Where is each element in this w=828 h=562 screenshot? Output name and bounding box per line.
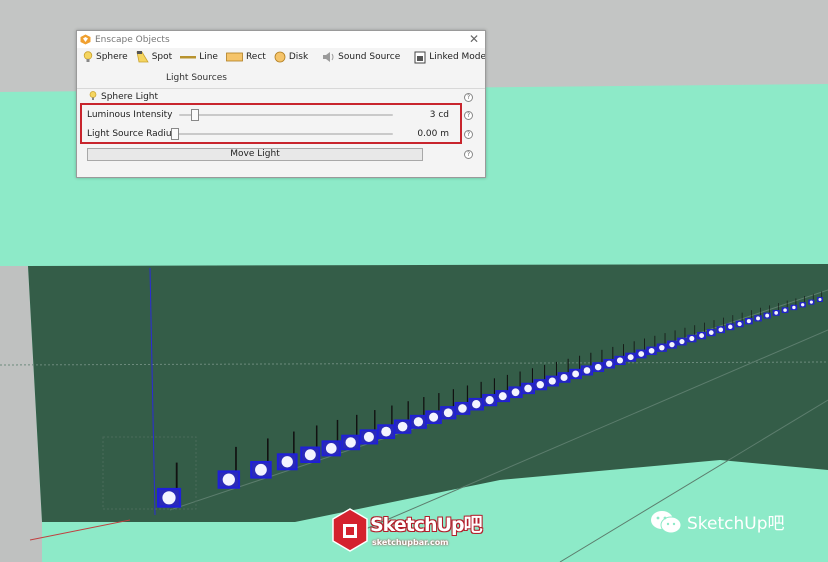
sphere-light-icon [89, 91, 97, 100]
rect-button[interactable]: Rect [226, 51, 266, 63]
sketchupbar-watermark: SketchUp吧 sketchupbar.com [332, 508, 496, 554]
wechat-icon [651, 510, 682, 533]
divider [77, 88, 485, 89]
toolbar-item-label: Linked Model [429, 52, 485, 62]
watermark-url: sketchupbar.com [372, 538, 449, 547]
dialog-titlebar[interactable]: Enscape Objects ✕ [77, 31, 485, 48]
move-light-button[interactable]: Move Light [87, 148, 423, 161]
selected-light-type: Sphere Light [101, 92, 159, 102]
light-source-toolbar: Sphere Spot Line Rect Disk Sound Source … [77, 48, 485, 66]
help-icon[interactable]: ? [464, 150, 473, 159]
disk-button[interactable]: Disk [274, 51, 308, 63]
line-light-icon [180, 56, 197, 59]
linked-model-button[interactable]: Linked Model [414, 51, 485, 64]
sphere-light-icon [83, 51, 93, 62]
sound-source-button[interactable]: Sound Source [322, 51, 400, 63]
sketchupbar-logo-icon [332, 508, 368, 552]
help-icon[interactable]: ? [464, 93, 473, 102]
toolbar-item-label: Rect [245, 52, 266, 62]
toolbar-item-label: Disk [288, 52, 309, 62]
red-highlight-box [80, 103, 462, 144]
toolbar-item-label: Line [199, 52, 218, 62]
disk-light-icon [274, 51, 286, 63]
toolbar-item-label: Sound Source [338, 52, 401, 62]
spot-button[interactable]: Spot [136, 51, 172, 63]
enscape-objects-dialog: Enscape Objects ✕ Sphere Spot Line Rect … [76, 30, 486, 178]
enscape-logo-icon [80, 34, 91, 45]
watermark-brand: SketchUp吧 [370, 514, 483, 536]
help-icon[interactable]: ? [464, 130, 473, 139]
dialog-title: Enscape Objects [95, 34, 170, 45]
spot-light-icon [136, 51, 149, 63]
sphere-button[interactable]: Sphere [83, 51, 128, 63]
close-icon[interactable]: ✕ [469, 32, 479, 46]
wechat-label: SketchUp吧 [687, 514, 785, 534]
line-button[interactable]: Line [180, 51, 218, 63]
toolbar-item-label: Spot [151, 52, 173, 62]
wechat-watermark: SketchUp吧 [650, 509, 785, 534]
help-icon[interactable]: ? [464, 111, 473, 120]
speaker-icon [323, 52, 334, 62]
light-sources-caption: Light Sources [166, 73, 227, 83]
rect-light-icon [226, 52, 243, 62]
toolbar-item-label: Sphere [96, 52, 128, 62]
linked-model-icon [414, 51, 426, 63]
